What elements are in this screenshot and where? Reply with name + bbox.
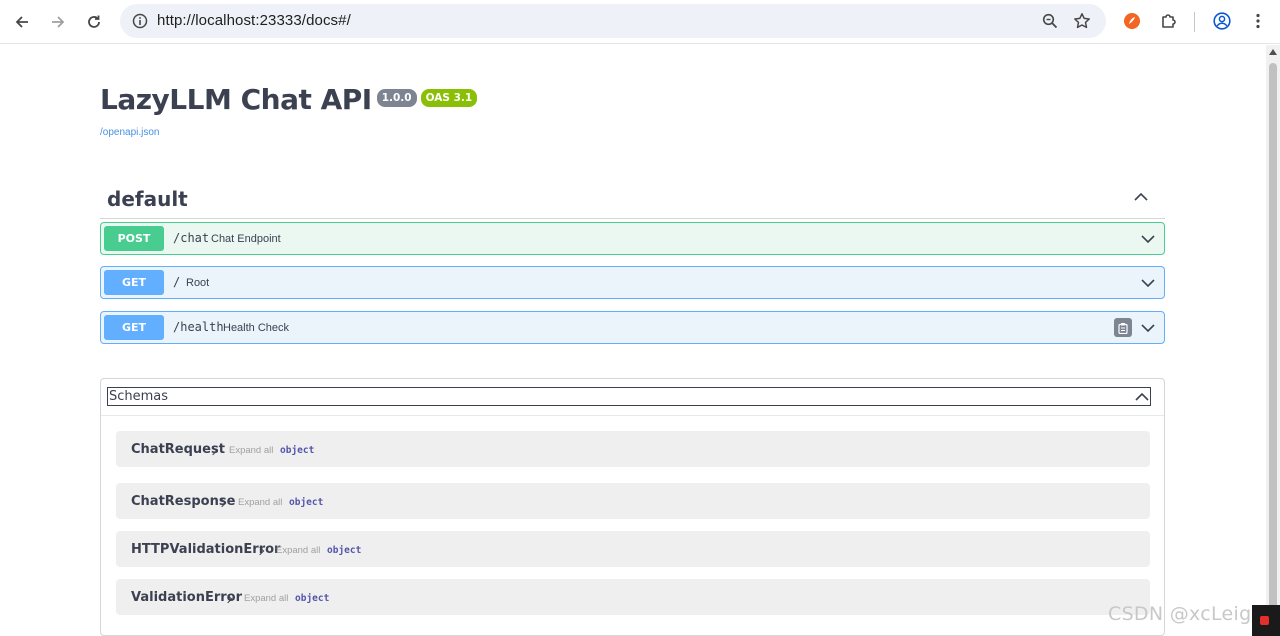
toolbar-divider [1194, 12, 1195, 32]
expand-all-link[interactable]: Expand all [244, 593, 288, 604]
method-badge[interactable]: GET [104, 315, 164, 340]
address-bar[interactable]: http://localhost:23333/docs#/ [120, 4, 1106, 38]
swagger-page: LazyLLM Chat API 1.0.0 OAS 3.1 /openapi.… [0, 45, 1266, 636]
schemas-title[interactable]: Schemas [109, 389, 168, 404]
profile-icon[interactable] [1212, 11, 1232, 31]
schema-type: object [327, 545, 362, 556]
operation-post-chat[interactable]: POST /chat Chat Endpoint [100, 222, 1165, 255]
extensions-puzzle-icon[interactable] [1159, 11, 1179, 31]
oas-badge: OAS 3.1 [420, 89, 478, 107]
clipboard-icon [1118, 322, 1128, 334]
back-arrow-icon [15, 16, 28, 28]
page-scrollbar[interactable] [1266, 45, 1280, 636]
schema-type: object [289, 497, 324, 508]
forward-button[interactable] [44, 8, 72, 36]
schema-item-chatrequest[interactable]: ChatRequest Expand all object [116, 431, 1150, 467]
chevron-up-icon[interactable] [1134, 389, 1150, 405]
tag-section-default[interactable]: default [100, 175, 1165, 219]
schema-item-httpvalidationerror[interactable]: HTTPValidationError Expand all object [116, 531, 1150, 567]
operation-get-root[interactable]: GET / Root [100, 266, 1165, 299]
operation-summary[interactable]: Chat Endpoint [211, 233, 281, 245]
operation-get-health[interactable]: GET /health Health Check [100, 311, 1165, 344]
schemas-header-button[interactable]: Schemas [107, 387, 1151, 406]
operation-summary[interactable]: Root [186, 277, 209, 289]
scroll-up-arrow-icon[interactable] [1269, 49, 1277, 55]
method-badge[interactable]: POST [104, 226, 164, 251]
schema-type: object [280, 445, 315, 456]
expand-all-link[interactable]: Expand all [276, 545, 320, 556]
schema-item-validationerror[interactable]: ValidationError Expand all object [116, 579, 1150, 615]
tag-title[interactable]: default [107, 187, 188, 211]
version-badge: 1.0.0 [376, 89, 417, 107]
forward-arrow-icon [52, 16, 65, 28]
divider [101, 415, 1164, 416]
operation-path[interactable]: / [173, 275, 180, 289]
expand-all-link[interactable]: Expand all [229, 445, 273, 456]
reload-icon [88, 15, 100, 28]
chevron-down-icon[interactable] [1140, 231, 1156, 247]
reload-button[interactable] [80, 8, 108, 36]
copy-to-clipboard-button[interactable] [1114, 318, 1132, 337]
browser-toolbar: http://localhost:23333/docs#/ [0, 0, 1280, 44]
address-url[interactable]: http://localhost:23333/docs#/ [157, 12, 351, 29]
watermark: CSDN @xcLeigh [1108, 603, 1264, 625]
schema-type: object [295, 593, 330, 604]
operation-path[interactable]: /health [173, 320, 224, 334]
browser-menu-icon[interactable] [1248, 11, 1268, 31]
chevron-down-icon[interactable] [1140, 275, 1156, 291]
chevron-up-icon[interactable] [1133, 189, 1149, 205]
openapi-json-link[interactable]: /openapi.json [100, 127, 160, 138]
scroll-thumb[interactable] [1269, 63, 1277, 623]
api-title: LazyLLM Chat API [100, 83, 372, 116]
zoom-icon[interactable] [1040, 11, 1060, 31]
bookmark-star-icon[interactable] [1072, 11, 1092, 31]
schemas-section: Schemas ChatRequest Expand all object Ch… [100, 378, 1165, 636]
schema-item-chatresponse[interactable]: ChatResponse Expand all object [116, 483, 1150, 519]
back-button[interactable] [8, 8, 36, 36]
operation-summary[interactable]: Health Check [223, 322, 289, 334]
expand-all-link[interactable]: Expand all [238, 497, 282, 508]
method-badge[interactable]: GET [104, 270, 164, 295]
chevron-down-icon[interactable] [1140, 320, 1156, 336]
operation-path[interactable]: /chat [173, 231, 209, 245]
api-info: LazyLLM Chat API 1.0.0 OAS 3.1 [100, 83, 478, 116]
corner-overlay [1252, 605, 1280, 636]
corner-logo-icon [1260, 616, 1269, 625]
extension-icon[interactable] [1122, 11, 1142, 31]
site-info-icon[interactable] [130, 11, 150, 31]
